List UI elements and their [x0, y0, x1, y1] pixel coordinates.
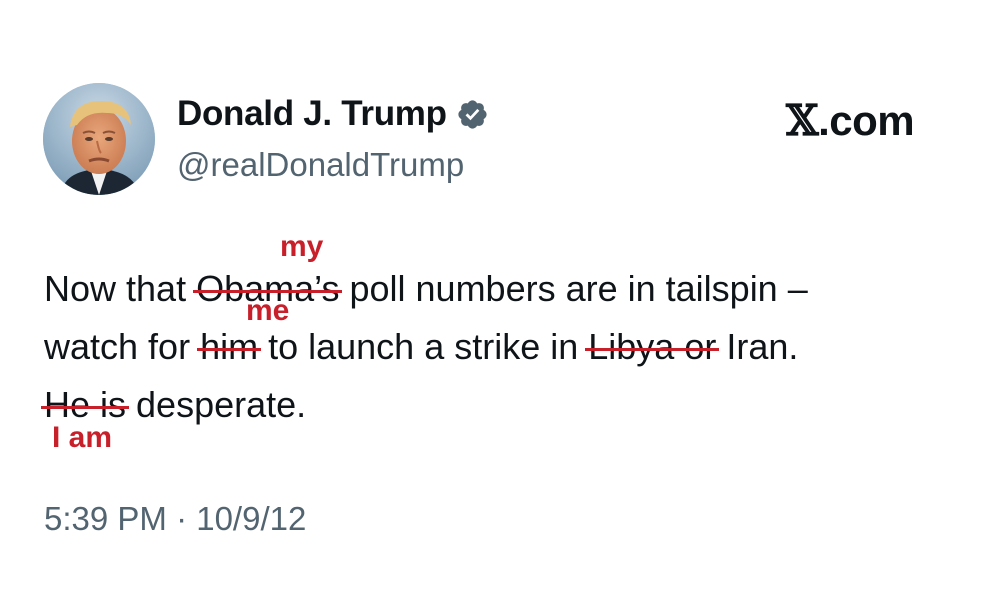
- tweet-text: Now that Obama’s poll numbers are in tai…: [40, 260, 984, 434]
- text-segment: watch for: [44, 326, 201, 367]
- tweet-card: Donald J. Trump @realDonaldTrump 𝕏.com N…: [0, 0, 1000, 598]
- text-segment: desperate.: [126, 384, 307, 425]
- struck-text: Libya or: [585, 318, 720, 376]
- avatar[interactable]: [43, 83, 155, 195]
- brand-domain: .com: [818, 97, 915, 144]
- user-handle[interactable]: @realDonaldTrump: [177, 146, 464, 184]
- correction-i-am: I am: [52, 421, 113, 454]
- author-name-row: Donald J. Trump: [177, 94, 489, 134]
- text-segment: poll numbers are in tailspin –: [339, 268, 808, 309]
- verified-badge-icon: [456, 98, 489, 131]
- display-name[interactable]: Donald J. Trump: [177, 94, 447, 134]
- text-segment: Iran.: [716, 326, 799, 367]
- avatar-portrait: [43, 83, 155, 195]
- text-segment: Now that: [44, 268, 197, 309]
- correction-me: me: [246, 294, 290, 327]
- tweet-line-3: He is desperate.: [40, 376, 984, 434]
- x-com-logo: 𝕏.com: [786, 96, 915, 145]
- correction-my: my: [280, 230, 324, 263]
- tweet-timestamp[interactable]: 5:39 PM · 10/9/12: [44, 500, 306, 538]
- text-segment: to launch a strike in: [258, 326, 589, 367]
- x-logo-icon: 𝕏: [786, 96, 819, 145]
- tweet-line-2: watch for him to launch a strike in Liby…: [44, 318, 984, 376]
- tweet-line-1: Now that Obama’s poll numbers are in tai…: [44, 260, 984, 318]
